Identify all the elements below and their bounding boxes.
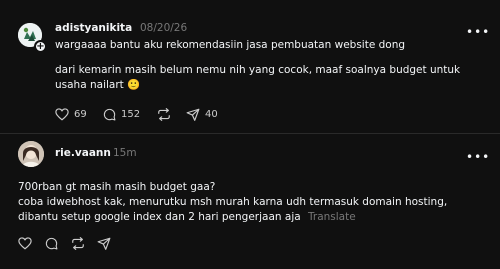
post-date: 08/20/26 [140, 22, 188, 34]
repost-icon [71, 237, 85, 250]
post-text-line: coba idwebhost kak, menurutku msh murah … [18, 196, 448, 208]
post-text-line: usaha nailart 🙂 [55, 79, 141, 91]
follow-button[interactable]: + [34, 40, 47, 53]
repost-button[interactable] [71, 237, 85, 250]
post-text-line: wargaaaa bantu aku rekomendasiin jasa pe… [55, 39, 406, 51]
share-button[interactable]: 40 [186, 108, 218, 121]
reply-button[interactable]: 152 [103, 108, 140, 121]
repost-icon [157, 108, 171, 121]
like-count: 69 [74, 109, 87, 120]
reply-button[interactable] [45, 237, 58, 250]
post-text-line: dari kemarin masih belum nemu nih yang c… [55, 64, 461, 76]
post-time: 15m [113, 147, 137, 159]
avatar[interactable] [18, 141, 44, 167]
translate-link[interactable]: Translate [308, 211, 356, 223]
post-username[interactable]: adistyanikita [55, 22, 132, 34]
avatar-image [18, 141, 44, 167]
post-username[interactable]: rie.vaann [55, 147, 111, 159]
more-icon[interactable]: ••• [466, 151, 490, 163]
post-text-line: dibantu setup google index dan 2 hari pe… [18, 210, 356, 225]
share-icon [186, 108, 200, 121]
share-button[interactable] [97, 237, 111, 250]
like-button[interactable]: 69 [55, 108, 87, 121]
reply-count: 152 [121, 109, 141, 120]
more-icon[interactable]: ••• [466, 26, 490, 38]
repost-count: 40 [205, 109, 218, 120]
heart-icon [18, 237, 32, 250]
comment-icon [103, 108, 116, 121]
post-text-line: 700rban gt masih masih budget gaa? [18, 181, 216, 193]
comment-icon [45, 237, 58, 250]
plus-icon: + [36, 41, 45, 52]
share-icon [97, 237, 111, 250]
post-divider [0, 133, 500, 134]
repost-button[interactable] [157, 108, 171, 121]
post-text: dibantu setup google index dan 2 hari pe… [18, 211, 301, 223]
like-button[interactable] [18, 237, 32, 250]
heart-icon [55, 108, 69, 121]
